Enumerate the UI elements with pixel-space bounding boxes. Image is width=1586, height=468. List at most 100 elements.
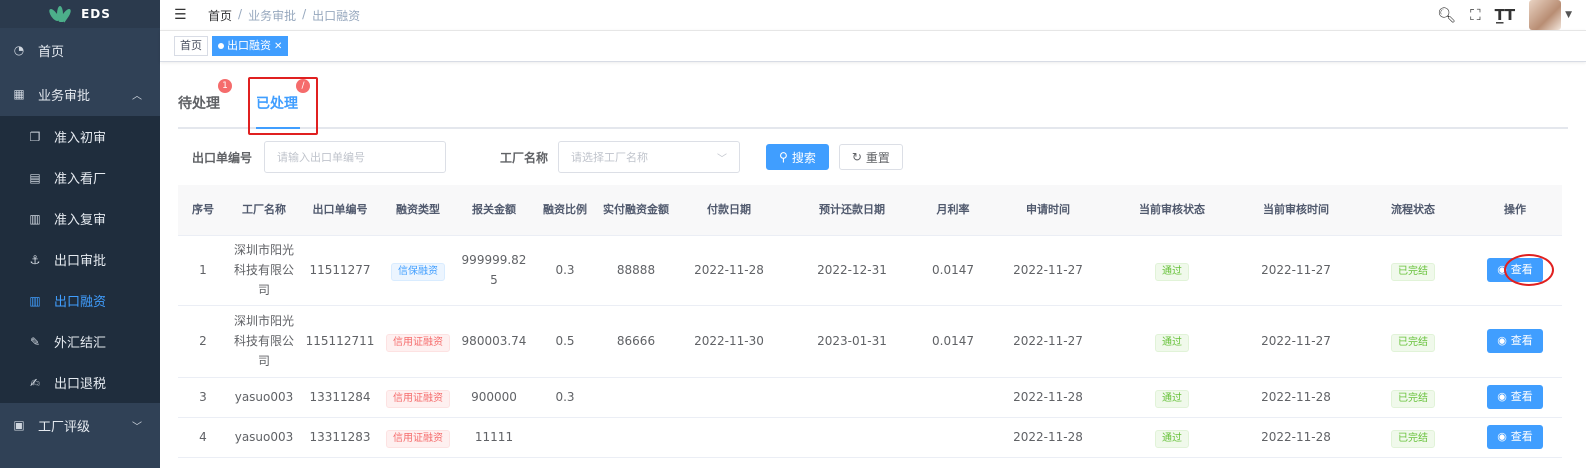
columns-icon: ▥ [29,293,41,308]
cell-action: ◉ 查看 [1468,377,1562,418]
cell-flow: 已完结 [1358,305,1468,378]
tag-home[interactable]: 首页 [174,36,208,56]
table-row: 4 yasuo003 13311283 信用证融资 11111 2022-11-… [178,417,1562,458]
cell-pay-date [674,377,784,418]
sidebar-item-admission-recheck[interactable]: ▥ 准入复审 [0,198,160,239]
cell-flow: 已完结 [1358,377,1468,418]
hamburger-icon[interactable]: ☰ [174,7,188,23]
cell-ratio [532,417,598,458]
cell-type: 信用证融资 [380,305,456,378]
cell-paid: 86666 [598,305,674,378]
flow-status-badge: 已完结 [1391,333,1435,352]
app-root: EDS ◔ 首页 ▦ 业务审批 ︿ ❐ 准入初审 ▤ 准入看厂 ▥ 准入复审 ⚓… [0,0,1586,468]
table-row: 3 yasuo003 13311284 信用证融资 900000 0.3 202… [178,377,1562,418]
tab-pending[interactable]: 待处理 1 [178,79,232,113]
search-form: 出口单编号 请输入出口单编号 工厂名称 请选择工厂名称 ﹀ ⚲ 搜索 ↻ 重置 [178,129,1568,185]
chevron-up-icon: ︿ [132,90,142,102]
sidebar-item-label: 准入看厂 [54,172,107,187]
col-header: 流程状态 [1358,185,1468,236]
cell-rate: 0.0147 [920,235,986,306]
logo-text: EDS [81,7,111,21]
eye-icon: ◉ [1497,430,1507,443]
order-number-input[interactable]: 请输入出口单编号 [264,141,447,173]
sidebar-item-label: 外汇结汇 [54,336,107,351]
cell-amount: 900000 [456,377,532,418]
sidebar-item-label: 出口审批 [54,254,107,269]
factory-name-label: 工厂名称 [500,150,549,165]
sidebar-item-label: 业务审批 [38,88,91,104]
sidebar-item-label: 出口融资 [54,295,107,310]
cell-ratio: 0.5 [532,305,598,378]
sidebar-item-export-approval[interactable]: ⚓ 出口审批 [0,239,160,280]
sidebar-item-export-tax-refund[interactable]: ✍ 出口退税 [0,362,160,403]
flow-status-badge: 已完结 [1391,429,1435,448]
financing-type-tag: 信用证融资 [386,429,450,448]
tag-export-financing[interactable]: 出口融资 ✕ [212,36,289,56]
font-size-icon[interactable]: T̲T [1495,6,1515,24]
main-area: ☰ 首页 / 业务审批 / 出口融资 🔍︎ ⛶ T̲T ▼ 首页 出口融资✕ [160,0,1586,468]
avatar[interactable] [1529,0,1562,30]
view-button[interactable]: ◉ 查看 [1487,329,1543,353]
col-header: 月利率 [920,185,986,236]
anchor-icon: ⚓ [29,252,41,267]
flow-status-badge: 已完结 [1391,389,1435,408]
view-button[interactable]: ◉ 查看 [1487,385,1543,409]
factory-name-select[interactable]: 请选择工厂名称 ﹀ [558,141,741,173]
search-button-label: 搜索 [791,150,816,165]
sidebar-item-business-approval[interactable]: ▦ 业务审批 ︿ [0,72,160,116]
cell-factory: yasuo003 [228,377,300,418]
cell-audit-time: 2022-11-27 [1234,235,1358,306]
logo[interactable]: EDS [0,0,160,28]
caret-down-icon[interactable]: ▼ [1565,10,1572,20]
view-button-label: 查看 [1510,430,1533,443]
breadcrumb-separator: / [302,6,307,21]
cell-repay-date: 2023-01-31 [784,305,920,378]
cell-action: ◉ 查看 [1468,235,1562,306]
cell-apply-time: 2022-11-28 [986,417,1110,458]
search-icon[interactable]: 🔍︎ [1437,6,1456,24]
sidebar-item-home[interactable]: ◔ 首页 [0,28,160,72]
sidebar-item-label: 工厂评级 [38,419,91,435]
sidebar-item-label: 准入复审 [54,213,107,228]
col-header: 当前审核时间 [1234,185,1358,236]
status-badge: 通过 [1155,429,1189,448]
sidebar-item-fx-settlement[interactable]: ✎ 外汇结汇 [0,321,160,362]
col-header: 操作 [1468,185,1562,236]
sidebar-item-export-financing[interactable]: ▥ 出口融资 [0,280,160,321]
financing-type-tag: 信用证融资 [386,389,450,408]
cell-ratio: 0.3 [532,235,598,306]
cell-repay-date [784,377,920,418]
cell-paid [598,377,674,418]
col-header: 报关金额 [456,185,532,236]
cell-pay-date [674,417,784,458]
tab-label: 待处理 [178,96,220,112]
sidebar-item-factory-rating[interactable]: ▣ 工厂评级 ﹀ [0,403,160,447]
search-icon: ⚲ [779,150,788,164]
cell-no: 4 [178,417,228,458]
col-header: 预计还款日期 [784,185,920,236]
eye-icon: ◉ [1497,334,1507,347]
reset-button[interactable]: ↻ 重置 [838,144,903,170]
cell-status: 通过 [1110,305,1234,378]
view-button-label: 查看 [1510,334,1533,347]
cell-audit-time: 2022-11-27 [1234,305,1358,378]
chart-icon: ▣ [13,418,25,432]
sidebar: EDS ◔ 首页 ▦ 业务审批 ︿ ❐ 准入初审 ▤ 准入看厂 ▥ 准入复审 ⚓… [0,0,160,468]
close-icon[interactable]: ✕ [274,41,282,52]
chevron-down-icon: ﹀ [717,153,728,165]
sidebar-item-factory-visit[interactable]: ▤ 准入看厂 [0,157,160,198]
fullscreen-icon[interactable]: ⛶ [1470,6,1481,24]
search-button[interactable]: ⚲ 搜索 [766,144,829,170]
cell-no: 3 [178,377,228,418]
breadcrumb-home[interactable]: 首页 [208,7,232,24]
status-badge: 通过 [1155,333,1189,352]
sidebar-item-admission-review[interactable]: ❐ 准入初审 [0,116,160,157]
cell-status: 通过 [1110,417,1234,458]
reset-button-label: 重置 [865,150,890,165]
cell-amount: 11111 [456,417,532,458]
view-button[interactable]: ◉ 查看 [1487,425,1543,449]
tag-label: 出口融资 [227,39,271,52]
cell-pay-date: 2022-11-28 [674,235,784,306]
edit-doc-icon: ✍ [29,375,41,390]
table-row: 1 深圳市阳光科技有限公司 11511277 信保融资 999999.825 0… [178,235,1562,306]
